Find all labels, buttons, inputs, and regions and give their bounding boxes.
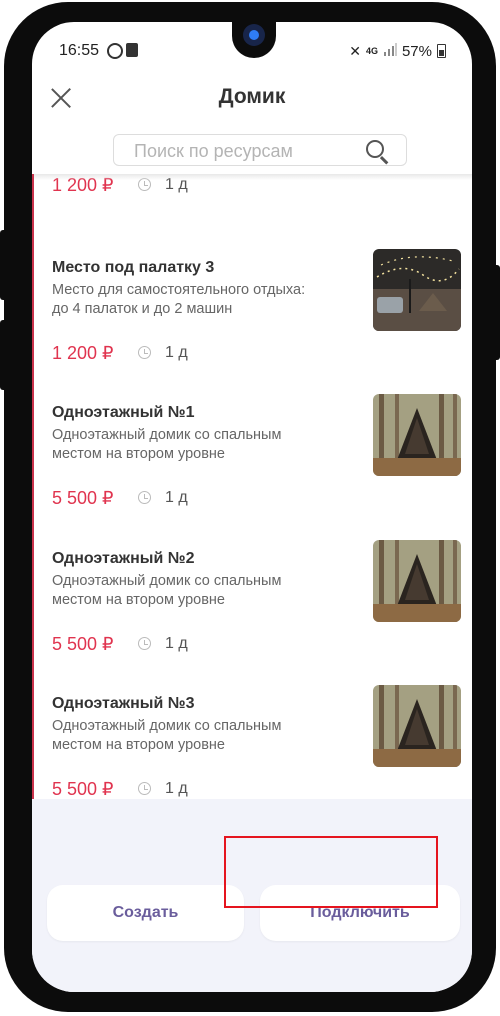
- item-thumbnail-cabin-image: [373, 685, 461, 767]
- list-item[interactable]: Место под палатку 3 Место для самостояте…: [32, 249, 472, 399]
- search-icon[interactable]: [366, 140, 384, 158]
- item-name: Одноэтажный №2: [52, 550, 195, 567]
- status-right: ✕ 4G 57%: [349, 42, 446, 60]
- item-price: 5 500 ₽: [52, 779, 114, 799]
- status-time: 16:55: [59, 42, 100, 59]
- phone-side-button: [0, 320, 8, 390]
- item-name: Одноэтажный №3: [52, 695, 195, 712]
- phone-side-button: [493, 265, 500, 360]
- camera-lens: [243, 24, 265, 46]
- search-box[interactable]: [113, 134, 407, 166]
- battery-percent: 57%: [401, 42, 432, 60]
- item-description: Одноэтажный домик со спальным местом на …: [52, 426, 352, 464]
- app-status-icon: [126, 43, 138, 57]
- header: Домик: [32, 77, 472, 127]
- phone-side-button: [0, 230, 8, 300]
- item-description: Одноэтажный домик со спальным местом на …: [52, 717, 352, 755]
- clock-icon: [138, 637, 151, 650]
- item-thumbnail-camp-image: [373, 249, 461, 331]
- item-thumbnail-cabin-image: [373, 394, 461, 476]
- item-price: 5 500 ₽: [52, 488, 114, 508]
- page-title: Домик: [218, 85, 286, 108]
- list-top-shadow: [32, 174, 472, 180]
- signal-icon: [383, 42, 397, 60]
- mute-icon: ✕: [349, 42, 361, 59]
- network-label: 4G: [365, 46, 378, 56]
- item-duration: 1 д: [165, 489, 188, 506]
- clock-icon: [138, 782, 151, 795]
- item-description-line: Одноэтажный домик со спальным: [52, 718, 282, 734]
- item-name: Одноэтажный №1: [52, 404, 195, 421]
- clock-icon: [138, 346, 151, 359]
- search-status-icon: [107, 43, 123, 59]
- battery-icon: [437, 44, 446, 58]
- item-duration: 1 д: [165, 780, 188, 797]
- item-price: 5 500 ₽: [52, 634, 114, 654]
- item-description-line: местом на втором уровне: [52, 446, 225, 462]
- item-price: 1 200 ₽: [52, 343, 114, 363]
- item-description: Одноэтажный домик со спальным местом на …: [52, 572, 352, 610]
- list-item[interactable]: Одноэтажный №1 Одноэтажный домик со спал…: [32, 394, 472, 544]
- item-duration: 1 д: [165, 635, 188, 652]
- item-description-line: до 4 палаток и до 2 машин: [52, 301, 233, 317]
- item-description-line: Одноэтажный домик со спальным: [52, 573, 282, 589]
- highlight-frame: [224, 836, 438, 908]
- search-input[interactable]: [132, 139, 356, 163]
- item-duration: 1 д: [165, 344, 188, 361]
- create-button[interactable]: Создать: [47, 885, 244, 941]
- item-description-line: Место для самостоятельного отдыха:: [52, 282, 306, 298]
- item-thumbnail-cabin-image: [373, 540, 461, 622]
- list-item[interactable]: Одноэтажный №2 Одноэтажный домик со спал…: [32, 540, 472, 690]
- item-description-line: местом на втором уровне: [52, 592, 225, 608]
- scroll-accent-bar: [32, 174, 34, 799]
- item-description-line: местом на втором уровне: [52, 737, 225, 753]
- item-description: Место для самостоятельного отдыха: до 4 …: [52, 281, 352, 319]
- item-description-line: Одноэтажный домик со спальным: [52, 427, 282, 443]
- list-item[interactable]: Одноэтажный №3 Одноэтажный домик со спал…: [32, 685, 472, 799]
- resource-list[interactable]: 1 200 ₽ 1 д Место под палатку 3 Место дл…: [32, 174, 472, 799]
- clock-icon: [138, 491, 151, 504]
- item-name: Место под палатку 3: [52, 259, 215, 276]
